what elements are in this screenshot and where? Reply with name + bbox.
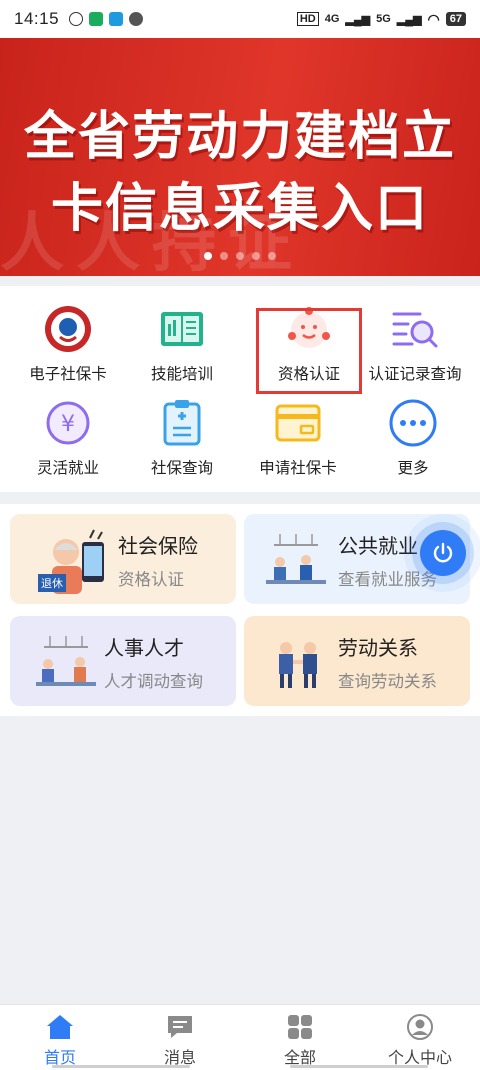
service-apply-social-card[interactable]: 申请社保卡 bbox=[238, 398, 358, 478]
social-security-card-icon bbox=[43, 304, 93, 354]
card-personnel-talent[interactable]: 人事人才 人才调动查询 bbox=[10, 616, 236, 706]
service-label: 认证记录查询 bbox=[368, 365, 462, 383]
power-icon bbox=[433, 542, 453, 563]
floating-power-button[interactable] bbox=[420, 530, 466, 576]
handshake-people-icon bbox=[274, 638, 324, 698]
nav-all[interactable]: 全部 bbox=[240, 1005, 360, 1070]
nav-home[interactable]: 首页 bbox=[0, 1005, 120, 1070]
service-label: 更多 bbox=[397, 459, 429, 477]
service-label: 社保查询 bbox=[150, 459, 213, 477]
more-dots-icon bbox=[388, 398, 438, 448]
banner-title-line1: 全省劳动力建档立 bbox=[23, 107, 456, 167]
service-skill-training[interactable]: 技能培训 bbox=[122, 304, 242, 384]
card-icon bbox=[273, 398, 323, 448]
bottom-nav: 首页 消息 全部 个人中心 bbox=[0, 1004, 480, 1070]
app-gray-icon bbox=[129, 12, 144, 26]
svg-text:¥: ¥ bbox=[61, 412, 75, 437]
card-subtitle: 资格认证 bbox=[118, 570, 184, 589]
app-k-icon bbox=[69, 12, 84, 26]
service-more[interactable]: 更多 bbox=[353, 398, 473, 478]
yuan-coin-icon: ¥ bbox=[43, 398, 93, 448]
service-social-insurance-query[interactable]: 社保查询 bbox=[122, 398, 242, 478]
card-title: 社会保险 bbox=[118, 534, 198, 558]
signal-icon: ▂▄▆ bbox=[345, 13, 371, 26]
promo-banner[interactable]: 人人持证 全省劳动力建档立 卡信息采集入口 bbox=[0, 38, 480, 276]
card-title: 人事人才 bbox=[104, 636, 184, 660]
card-social-insurance[interactable]: 退休 社会保险 资格认证 bbox=[10, 514, 236, 604]
card-title: 劳动关系 bbox=[338, 636, 418, 660]
service-cards: 退休 社会保险 资格认证 公共就业 查看就业服务 人事人才 人才调动查询 劳动关… bbox=[0, 504, 480, 716]
card-labor-relations[interactable]: 劳动关系 查询劳动关系 bbox=[244, 616, 470, 706]
card-subtitle: 查询劳动关系 bbox=[338, 672, 437, 691]
wifi-icon: ◠ bbox=[427, 10, 440, 27]
service-label: 申请社保卡 bbox=[259, 459, 337, 477]
open-book-icon bbox=[157, 304, 207, 354]
retired-badge: 退休 bbox=[38, 574, 66, 592]
network-4g: 4G bbox=[324, 13, 340, 25]
app-blue-icon bbox=[109, 12, 124, 26]
app-green-icon bbox=[89, 12, 104, 26]
clipboard-icon bbox=[157, 398, 207, 448]
list-search-icon bbox=[390, 304, 440, 354]
card-title: 公共就业 bbox=[338, 534, 418, 558]
card-subtitle: 查看就业服务 bbox=[338, 570, 437, 589]
selection-highlight-box bbox=[256, 308, 362, 394]
banner-dot[interactable] bbox=[268, 252, 276, 260]
person-icon bbox=[405, 1013, 435, 1041]
card-subtitle: 人才调动查询 bbox=[104, 672, 203, 691]
network-5g: 5G bbox=[376, 13, 391, 25]
service-grid: 电子社保卡 技能培训 资格认证 认证记录查询 ¥ 灵活就业 社保查询 申请社保卡… bbox=[0, 286, 480, 492]
message-icon bbox=[165, 1013, 195, 1041]
home-icon bbox=[45, 1013, 75, 1041]
status-bar: 14:15 HD 4G ▂▄▆ 5G ▂▄▆ ◠ 67 bbox=[0, 0, 480, 38]
service-e-social-card[interactable]: 电子社保卡 bbox=[8, 304, 128, 384]
banner-title-line2: 卡信息采集入口 bbox=[50, 179, 429, 239]
banner-dot[interactable] bbox=[204, 252, 212, 260]
banner-dot[interactable] bbox=[220, 252, 228, 260]
signal-icon: ▂▄▆ bbox=[396, 13, 422, 26]
banner-pagination bbox=[0, 252, 480, 260]
status-time: 14:15 bbox=[14, 9, 60, 28]
service-auth-record-query[interactable]: 认证记录查询 bbox=[355, 304, 475, 384]
hd-icon: HD bbox=[296, 12, 319, 26]
service-label: 灵活就业 bbox=[36, 459, 99, 477]
banner-dot[interactable] bbox=[252, 252, 260, 260]
nav-divider bbox=[290, 1065, 428, 1068]
nav-profile[interactable]: 个人中心 bbox=[360, 1005, 480, 1070]
battery-level: 67 bbox=[445, 12, 466, 26]
banner-dot[interactable] bbox=[236, 252, 244, 260]
service-label: 电子社保卡 bbox=[29, 365, 107, 383]
grid-icon bbox=[285, 1013, 315, 1041]
service-label: 技能培训 bbox=[150, 365, 213, 383]
office-workers-icon bbox=[266, 534, 326, 596]
nav-divider bbox=[52, 1065, 190, 1068]
nav-messages[interactable]: 消息 bbox=[120, 1005, 240, 1070]
meeting-people-icon bbox=[36, 636, 96, 698]
service-flexible-employment[interactable]: ¥ 灵活就业 bbox=[8, 398, 128, 478]
